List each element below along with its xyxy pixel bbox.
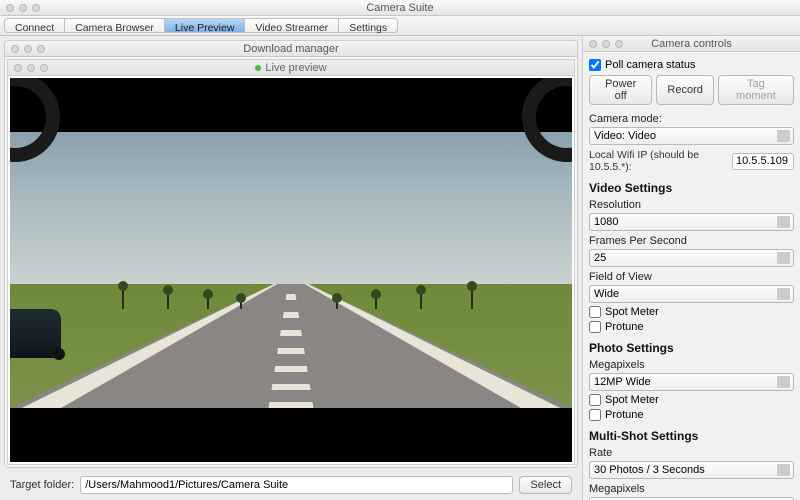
close-icon[interactable]	[14, 64, 22, 72]
megapixels-label: Megapixels	[589, 359, 794, 371]
tab-live-preview[interactable]: Live Preview	[165, 18, 246, 33]
controls-traffic-lights[interactable]	[589, 40, 623, 48]
vehicle-in-frame	[10, 309, 61, 359]
minimize-icon[interactable]	[27, 64, 35, 72]
poll-status-label: Poll camera status	[605, 59, 695, 71]
tab-connect[interactable]: Connect	[4, 18, 65, 33]
photo-protune-checkbox[interactable]	[589, 409, 601, 421]
camera-controls-panel: Camera controls Poll camera status Power…	[582, 36, 800, 500]
video-protune-row[interactable]: Protune	[589, 321, 794, 333]
fps-label: Frames Per Second	[589, 235, 794, 247]
zoom-icon[interactable]	[40, 64, 48, 72]
app-title: Camera Suite	[366, 2, 433, 14]
main-tabbar: Connect Camera Browser Live Preview Vide…	[0, 16, 800, 36]
download-manager-titlebar: Download manager	[5, 41, 577, 57]
photo-spot-meter-label: Spot Meter	[605, 394, 659, 406]
window-traffic-lights[interactable]	[6, 4, 40, 12]
megapixels-select[interactable]: 12MP Wide ▴▾	[589, 373, 794, 391]
resolution-value: 1080	[594, 216, 618, 228]
target-folder-label: Target folder:	[10, 479, 74, 491]
live-indicator-icon	[255, 65, 261, 71]
fov-value: Wide	[594, 288, 619, 300]
power-off-button[interactable]: Power off	[589, 75, 652, 105]
close-icon[interactable]	[6, 4, 14, 12]
video-protune-checkbox[interactable]	[589, 321, 601, 333]
chevron-updown-icon: ▴▾	[784, 289, 788, 301]
video-spot-meter-checkbox[interactable]	[589, 306, 601, 318]
preview-traffic-lights[interactable]	[14, 64, 48, 72]
wifi-ip-label: Local Wifi IP (should be 10.5.5.*):	[589, 149, 728, 173]
select-folder-button[interactable]: Select	[519, 476, 572, 494]
rate-label: Rate	[589, 447, 794, 459]
fps-value: 25	[594, 252, 606, 264]
rate-value: 30 Photos / 3 Seconds	[594, 464, 705, 476]
camera-mode-select[interactable]: Video: Video ▴▾	[589, 127, 794, 145]
video-spot-meter-label: Spot Meter	[605, 306, 659, 318]
chevron-updown-icon: ▴▾	[784, 131, 788, 143]
megapixels-value: 12MP Wide	[594, 376, 651, 388]
zoom-icon[interactable]	[615, 40, 623, 48]
photo-spot-meter-checkbox[interactable]	[589, 394, 601, 406]
resolution-label: Resolution	[589, 199, 794, 211]
chevron-updown-icon: ▴▾	[784, 253, 788, 265]
chevron-updown-icon: ▴▾	[784, 377, 788, 389]
tab-video-streamer[interactable]: Video Streamer	[245, 18, 339, 33]
rate-select[interactable]: 30 Photos / 3 Seconds ▴▾	[589, 461, 794, 479]
camera-controls-title: Camera controls	[651, 38, 732, 50]
live-preview-label: Live preview	[265, 62, 326, 74]
photo-settings-heading: Photo Settings	[589, 341, 794, 355]
minimize-icon[interactable]	[24, 45, 32, 53]
chevron-updown-icon: ▴▾	[784, 465, 788, 477]
chevron-updown-icon: ▴▾	[784, 217, 788, 229]
camera-mode-label: Camera mode:	[589, 113, 794, 125]
camera-mode-value: Video: Video	[594, 130, 656, 142]
poll-status-row[interactable]: Poll camera status	[589, 59, 794, 71]
tab-settings[interactable]: Settings	[339, 18, 398, 33]
download-manager-title: Download manager	[243, 43, 338, 55]
wifi-ip-input[interactable]	[732, 153, 794, 170]
tab-camera-browser[interactable]: Camera Browser	[65, 18, 165, 33]
poll-status-checkbox[interactable]	[589, 59, 601, 71]
minimize-icon[interactable]	[602, 40, 610, 48]
dlwin-traffic-lights[interactable]	[11, 45, 45, 53]
camera-controls-titlebar: Camera controls	[583, 36, 800, 52]
fov-label: Field of View	[589, 271, 794, 283]
photo-spot-meter-row[interactable]: Spot Meter	[589, 394, 794, 406]
resolution-select[interactable]: 1080 ▴▾	[589, 213, 794, 231]
fov-select[interactable]: Wide ▴▾	[589, 285, 794, 303]
target-folder-input[interactable]	[80, 476, 513, 494]
multishot-megapixels-label: Megapixels	[589, 483, 794, 495]
minimize-icon[interactable]	[19, 4, 27, 12]
record-button[interactable]: Record	[656, 75, 713, 105]
left-pane: Download manager Live preview	[0, 36, 582, 500]
live-preview-titlebar: Live preview	[8, 60, 574, 76]
zoom-icon[interactable]	[37, 45, 45, 53]
close-icon[interactable]	[589, 40, 597, 48]
tag-moment-button[interactable]: Tag moment	[718, 75, 794, 105]
close-icon[interactable]	[11, 45, 19, 53]
photo-protune-row[interactable]: Protune	[589, 409, 794, 421]
photo-protune-label: Protune	[605, 409, 644, 421]
live-preview-video	[10, 78, 572, 462]
video-spot-meter-row[interactable]: Spot Meter	[589, 306, 794, 318]
app-titlebar: Camera Suite	[0, 0, 800, 16]
target-folder-row: Target folder: Select	[4, 468, 578, 500]
video-protune-label: Protune	[605, 321, 644, 333]
zoom-icon[interactable]	[32, 4, 40, 12]
multishot-settings-heading: Multi-Shot Settings	[589, 429, 794, 443]
video-settings-heading: Video Settings	[589, 181, 794, 195]
download-manager-window: Download manager Live preview	[4, 40, 578, 468]
fps-select[interactable]: 25 ▴▾	[589, 249, 794, 267]
